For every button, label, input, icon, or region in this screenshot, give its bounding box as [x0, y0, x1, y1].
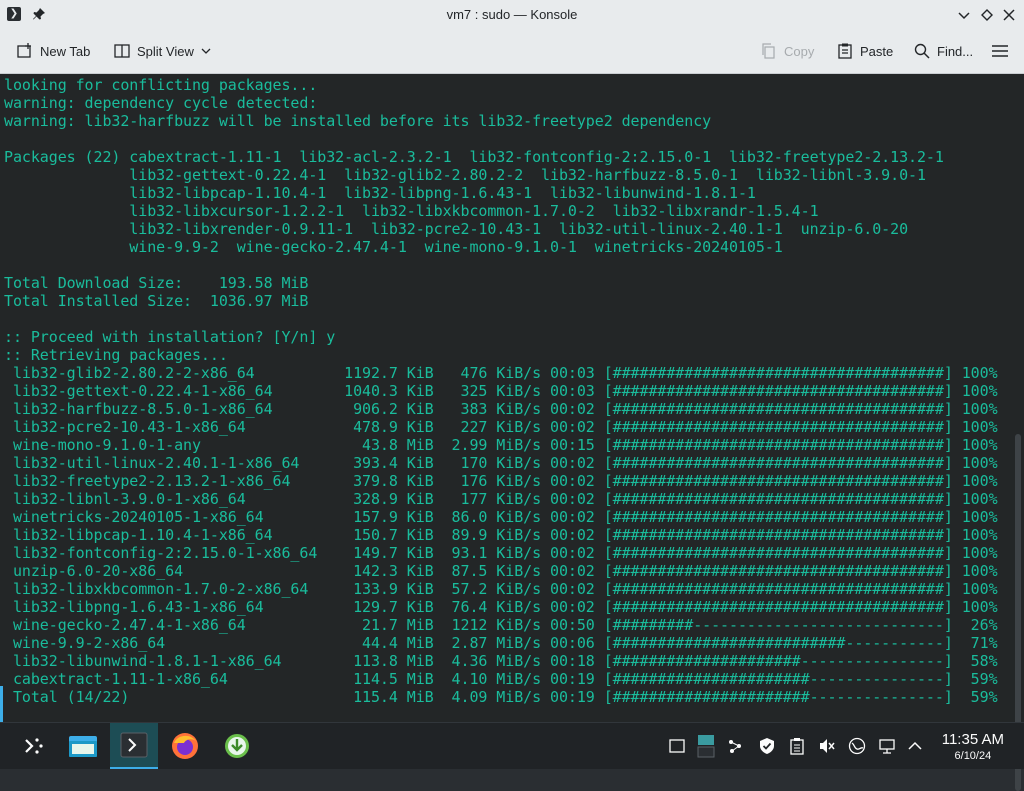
copy-icon: [762, 43, 775, 59]
terminal-line: looking for conflicting packages...: [4, 76, 318, 94]
terminal-line: lib32-libxkbcommon-1.7.0-2-x86_64 133.9 …: [4, 580, 998, 598]
clipboard-icon[interactable]: [788, 737, 806, 755]
taskbar: 11:35 AM 6/10/24: [0, 722, 1024, 769]
terminal-marker: [0, 686, 3, 722]
close-icon[interactable]: [1000, 6, 1018, 24]
terminal-line: wine-gecko-2.47.4-1-x86_64 21.7 MiB 1212…: [4, 616, 998, 634]
terminal-line: winetricks-20240105-1-x86_64 157.9 KiB 8…: [4, 508, 998, 526]
terminal-line: warning: lib32-harfbuzz will be installe…: [4, 112, 712, 130]
clock-time: 11:35 AM: [941, 731, 1004, 748]
konsole-task[interactable]: [110, 723, 158, 769]
chevron-down-icon: [201, 48, 211, 54]
shield-icon[interactable]: [758, 737, 776, 755]
toolbar: New Tab Split View Copy Paste Find...: [0, 30, 1024, 74]
terminal-scrollbar[interactable]: [1012, 74, 1024, 791]
window-overview-icon[interactable]: [668, 737, 686, 755]
clock[interactable]: 11:35 AM 6/10/24: [942, 731, 1004, 763]
terminal-line: lib32-libxrender-0.9.11-1 lib32-pcre2-10…: [4, 220, 909, 238]
copy-label: Copy: [784, 43, 815, 59]
terminal-line: lib32-gettext-0.22.4-1-x86_64 1040.3 KiB…: [4, 382, 998, 400]
title-bar: ❯ vm7 : sudo — Konsole: [0, 0, 1024, 30]
hamburger-menu-icon: [992, 45, 1008, 57]
terminal-line: Total Download Size: 193.58 MiB: [4, 274, 309, 292]
terminal-line: lib32-libnl-3.9.0-1-x86_64 328.9 KiB 177…: [4, 490, 998, 508]
terminal-output[interactable]: looking for conflicting packages... warn…: [4, 76, 998, 706]
paste-label: Paste: [860, 43, 894, 59]
new-tab-button[interactable]: New Tab: [16, 39, 90, 63]
application-launcher-button[interactable]: [12, 723, 56, 769]
chevron-up-icon[interactable]: [906, 737, 924, 755]
terminal-line: lib32-pcre2-10.43-1-x86_64 478.9 KiB 227…: [4, 418, 998, 436]
find-button[interactable]: Find...: [913, 39, 973, 63]
file-manager-task[interactable]: [60, 723, 106, 769]
terminal-line: cabextract-1.11-1-x86_64 114.5 MiB 4.10 …: [4, 670, 998, 688]
terminal-line: lib32-libpcap-1.10.4-1-x86_64 150.7 KiB …: [4, 526, 998, 544]
new-tab-icon: [17, 43, 31, 58]
terminal-line: lib32-libpcap-1.10.4-1 lib32-libpng-1.6.…: [4, 184, 756, 202]
network-globe-icon[interactable]: [848, 737, 866, 755]
terminal-line: lib32-freetype2-2.13.2-1-x86_64 379.8 Ki…: [4, 472, 998, 490]
window-title: vm7 : sudo — Konsole: [446, 7, 578, 22]
split-view-label: Split View: [137, 43, 194, 59]
terminal-line: unzip-6.0-20-x86_64 142.3 KiB 87.5 KiB/s…: [4, 562, 998, 580]
split-view-button[interactable]: Split View: [113, 39, 212, 63]
terminal-line: lib32-harfbuzz-8.5.0-1-x86_64 906.2 KiB …: [4, 400, 998, 418]
find-label: Find...: [937, 43, 974, 59]
firefox-icon: [172, 733, 198, 759]
terminal-line: Packages (22) cabextract-1.11-1 lib32-ac…: [4, 148, 944, 166]
maximize-icon[interactable]: [978, 6, 996, 24]
download-icon: [225, 734, 249, 758]
terminal-line: lib32-libunwind-1.8.1-1-x86_64 113.8 MiB…: [4, 652, 998, 670]
paste-icon: [838, 43, 852, 59]
terminal-line: lib32-libpng-1.6.43-1-x86_64 129.7 KiB 7…: [4, 598, 998, 616]
software-updater-task[interactable]: [214, 723, 260, 769]
terminal-line: wine-9.9-2-x86_64 44.4 MiB 2.87 MiB/s 00…: [4, 634, 998, 652]
minimize-icon[interactable]: [955, 6, 973, 24]
split-view-icon: [114, 44, 130, 58]
firefox-task[interactable]: [162, 723, 208, 769]
search-icon: [914, 43, 930, 59]
network-devices-icon[interactable]: [726, 737, 744, 755]
terminal-view[interactable]: looking for conflicting packages... warn…: [0, 74, 1024, 722]
terminal-line: Total Installed Size: 1036.97 MiB: [4, 292, 309, 310]
terminal-line: warning: dependency cycle detected:: [4, 94, 318, 112]
terminal-line: Total (14/22) 115.4 MiB 4.09 MiB/s 00:19…: [4, 688, 998, 706]
copy-button[interactable]: Copy: [760, 39, 814, 63]
paste-button[interactable]: Paste: [836, 39, 893, 63]
terminal-line: lib32-libxcursor-1.2.2-1 lib32-libxkbcom…: [4, 202, 819, 220]
terminal-line: lib32-gettext-0.22.4-1 lib32-glib2-2.80.…: [4, 166, 926, 184]
hamburger-menu-button[interactable]: [990, 39, 1010, 63]
new-tab-label: New Tab: [40, 43, 91, 59]
terminal-icon: [120, 732, 148, 758]
terminal-line: wine-9.9-2 wine-gecko-2.47.4-1 wine-mono…: [4, 238, 783, 256]
terminal-line: lib32-glib2-2.80.2-2-x86_64 1192.7 KiB 4…: [4, 364, 998, 382]
terminal-line: wine-mono-9.1.0-1-any 43.8 MiB 2.99 MiB/…: [4, 436, 998, 454]
wired-network-icon[interactable]: [878, 737, 896, 755]
terminal-line: lib32-fontconfig-2:2.15.0-1-x86_64 149.7…: [4, 544, 998, 562]
folder-icon: [69, 736, 97, 757]
desktop-pager-icon[interactable]: [697, 733, 715, 759]
terminal-line: :: Retrieving packages...: [4, 346, 228, 364]
volume-muted-icon[interactable]: [818, 737, 836, 755]
terminal-line: :: Proceed with installation? [Y/n] y: [4, 328, 336, 346]
clock-date: 6/10/24: [954, 750, 992, 762]
launcher-icon: [25, 738, 43, 754]
terminal-line: lib32-util-linux-2.40.1-1-x86_64 393.4 K…: [4, 454, 998, 472]
